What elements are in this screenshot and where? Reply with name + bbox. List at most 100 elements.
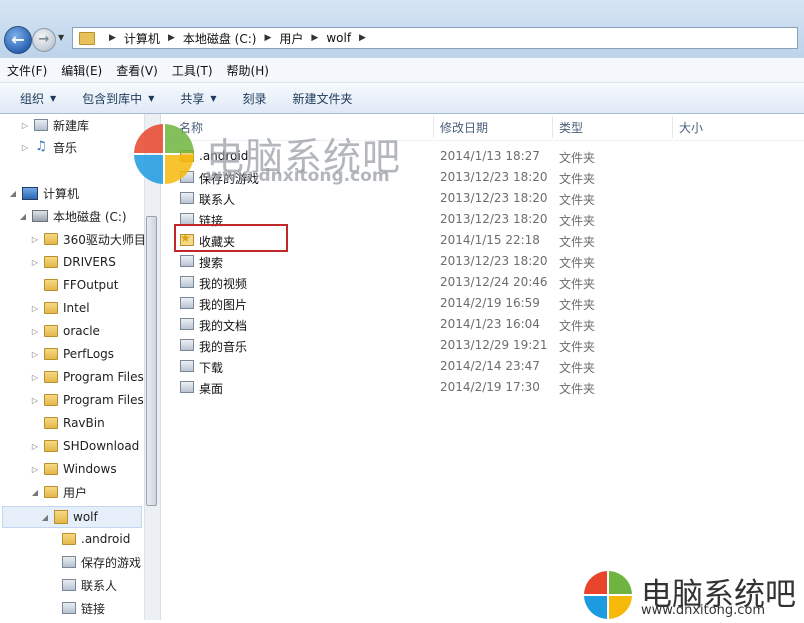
tree-item-folder[interactable]: ▷ Intel bbox=[30, 297, 90, 319]
tree-item-folder[interactable]: ▷ PerfLogs bbox=[30, 343, 114, 365]
forward-button[interactable]: → bbox=[32, 28, 56, 52]
expand-icon[interactable]: ▷ bbox=[30, 235, 40, 244]
include-library-button[interactable]: 包含到库中 ▼ bbox=[76, 90, 160, 107]
menu-edit[interactable]: 编辑(E) bbox=[54, 62, 109, 79]
column-date[interactable]: 修改日期 bbox=[440, 119, 488, 136]
breadcrumb-wolf[interactable]: wolf bbox=[326, 31, 351, 45]
tree-item-label: wolf bbox=[73, 510, 98, 524]
back-button[interactable]: ← bbox=[4, 26, 32, 54]
chevron-down-icon: ▼ bbox=[210, 93, 217, 103]
folder-icon bbox=[44, 325, 58, 337]
column-type[interactable]: 类型 bbox=[559, 119, 583, 136]
table-row[interactable]: 我的文档 2014/1/23 16:04 文件夹 bbox=[161, 314, 761, 335]
menu-help[interactable]: 帮助(H) bbox=[220, 62, 276, 79]
file-name: 我的视频 bbox=[199, 277, 248, 291]
collapse-icon[interactable]: ◢ bbox=[40, 513, 50, 522]
tree-item-label: 新建库 bbox=[53, 118, 90, 133]
chevron-right-icon[interactable]: ▶ bbox=[359, 33, 366, 43]
tree-item-folder[interactable]: .android bbox=[62, 528, 130, 550]
tree-item-users[interactable]: ◢ 用户 bbox=[30, 481, 87, 503]
file-name: 我的音乐 bbox=[199, 340, 248, 354]
tree-item-folder[interactable]: ▷ oracle bbox=[30, 320, 100, 342]
expand-icon[interactable]: ▷ bbox=[30, 304, 40, 313]
expand-icon[interactable]: ▷ bbox=[20, 143, 30, 152]
table-row[interactable]: 桌面 2014/2/19 17:30 文件夹 bbox=[161, 377, 761, 398]
logo-quadrant-yellow bbox=[165, 155, 194, 184]
tree-item-drive-c[interactable]: ◢ 本地磁盘 (C:) bbox=[18, 205, 127, 227]
documents-icon bbox=[180, 318, 194, 330]
expand-icon[interactable]: ▷ bbox=[20, 121, 30, 130]
folder-icon bbox=[44, 256, 58, 268]
menu-file[interactable]: 文件(F) bbox=[0, 62, 54, 79]
chevron-right-icon[interactable]: ▶ bbox=[311, 33, 318, 43]
tree-item-folder[interactable]: ▷ Windows bbox=[30, 458, 117, 480]
file-type: 文件夹 bbox=[559, 214, 596, 228]
share-button[interactable]: 共享 ▼ bbox=[174, 90, 222, 107]
tree-item-label: oracle bbox=[63, 324, 100, 338]
menu-view[interactable]: 查看(V) bbox=[109, 62, 165, 79]
tree-item-wolf[interactable]: ◢ wolf bbox=[40, 506, 98, 528]
expand-icon[interactable]: ▷ bbox=[30, 327, 40, 336]
expand-icon[interactable]: ▷ bbox=[30, 442, 40, 451]
table-row[interactable]: 联系人 2013/12/23 18:20 文件夹 bbox=[161, 188, 761, 209]
file-date: 2014/2/19 17:30 bbox=[440, 380, 540, 394]
watermark-logo-small-icon bbox=[583, 570, 633, 620]
file-type: 文件夹 bbox=[559, 193, 596, 207]
pictures-icon bbox=[180, 297, 194, 309]
logo-quadrant-blue bbox=[134, 155, 163, 184]
expand-icon[interactable]: ▷ bbox=[30, 258, 40, 267]
collapse-icon[interactable]: ◢ bbox=[30, 488, 40, 497]
column-divider[interactable] bbox=[433, 116, 434, 138]
table-row[interactable]: 下载 2014/2/14 23:47 文件夹 bbox=[161, 356, 761, 377]
collapse-icon[interactable]: ◢ bbox=[18, 212, 28, 221]
logo-quadrant-green bbox=[609, 571, 632, 594]
tree-item-label: 音乐 bbox=[53, 140, 78, 155]
tree-item-folder[interactable]: 联系人 bbox=[62, 574, 117, 596]
column-divider[interactable] bbox=[552, 116, 553, 138]
library-icon bbox=[34, 119, 48, 131]
column-size[interactable]: 大小 bbox=[679, 119, 703, 136]
expand-icon[interactable]: ▷ bbox=[30, 465, 40, 474]
history-dropdown-icon[interactable]: ▼ bbox=[58, 33, 68, 43]
burn-button[interactable]: 刻录 bbox=[237, 90, 273, 107]
file-date: 2014/1/13 18:27 bbox=[440, 149, 540, 163]
chevron-right-icon[interactable]: ▶ bbox=[264, 33, 271, 43]
tree-item-folder[interactable]: FFOutput bbox=[30, 274, 119, 296]
navigation-tree[interactable]: ▷ 新建库 ▷ ♫ 音乐 ◢ 计算机 ◢ 本地磁盘 (C:) ▷ 360驱动大师… bbox=[0, 114, 161, 620]
folder-icon bbox=[62, 533, 76, 545]
expand-icon[interactable]: ▷ bbox=[30, 350, 40, 359]
tree-item-computer[interactable]: ◢ 计算机 bbox=[8, 182, 79, 204]
tree-item-folder[interactable]: 保存的游戏 bbox=[62, 551, 141, 573]
menu-tools[interactable]: 工具(T) bbox=[165, 62, 220, 79]
table-row[interactable]: 我的视频 2013/12/24 20:46 文件夹 bbox=[161, 272, 761, 293]
breadcrumb-drive-c[interactable]: 本地磁盘 (C:) bbox=[183, 30, 257, 47]
tree-item-folder[interactable]: 链接 bbox=[62, 597, 105, 619]
collapse-icon[interactable]: ◢ bbox=[8, 189, 18, 198]
chevron-down-icon: ▼ bbox=[50, 93, 57, 103]
expand-icon[interactable]: ▷ bbox=[30, 373, 40, 382]
tree-item-new-library[interactable]: ▷ 新建库 bbox=[20, 114, 89, 136]
folder-icon bbox=[44, 233, 58, 245]
tree-item-folder[interactable]: ▷ Program Files bbox=[30, 389, 144, 411]
expand-icon[interactable]: ▷ bbox=[30, 396, 40, 405]
table-row[interactable]: 搜索 2013/12/23 18:20 文件夹 bbox=[161, 251, 761, 272]
tree-item-folder[interactable]: RavBin bbox=[30, 412, 105, 434]
column-divider[interactable] bbox=[672, 116, 673, 138]
organize-button[interactable]: 组织 ▼ bbox=[14, 90, 62, 107]
address-bar[interactable]: ▶ 计算机 ▶ 本地磁盘 (C:) ▶ 用户 ▶ wolf ▶ bbox=[72, 27, 798, 49]
file-type: 文件夹 bbox=[559, 319, 596, 333]
breadcrumb-users[interactable]: 用户 bbox=[279, 30, 303, 47]
tree-scrollbar-thumb[interactable] bbox=[146, 216, 157, 506]
tree-item-folder[interactable]: ▷ DRIVERS bbox=[30, 251, 116, 273]
breadcrumb-computer[interactable]: 计算机 bbox=[124, 30, 160, 47]
tree-item-folder[interactable]: ▷ 360驱动大师目 bbox=[30, 228, 146, 250]
table-row[interactable]: 我的图片 2014/2/19 16:59 文件夹 bbox=[161, 293, 761, 314]
chevron-right-icon[interactable]: ▶ bbox=[168, 33, 175, 43]
new-folder-button[interactable]: 新建文件夹 bbox=[287, 90, 359, 107]
tree-item-folder[interactable]: ▷ Program Files bbox=[30, 366, 144, 388]
file-type: 文件夹 bbox=[559, 382, 596, 396]
tree-item-folder[interactable]: ▷ SHDownload bbox=[30, 435, 139, 457]
tree-item-music[interactable]: ▷ ♫ 音乐 bbox=[20, 136, 77, 158]
tree-item-label: SHDownload bbox=[63, 439, 140, 453]
table-row[interactable]: 我的音乐 2013/12/29 19:21 文件夹 bbox=[161, 335, 761, 356]
